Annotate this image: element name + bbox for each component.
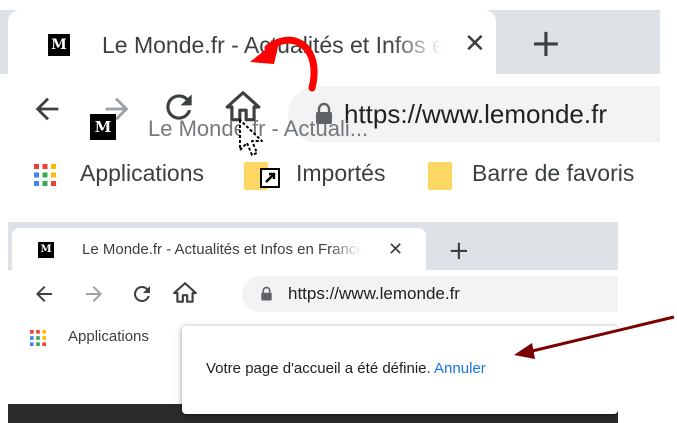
mouse-cursor-icon — [239, 119, 263, 156]
undo-link[interactable]: Annuler — [434, 360, 486, 377]
new-tab-button[interactable]: + — [448, 238, 470, 264]
tab-title: Le Monde.fr - Actualités et Infos en Fra… — [82, 241, 362, 258]
normal-browser-view: M Le Monde.fr - Actualités et Infos en F… — [8, 222, 618, 423]
new-tab-button[interactable]: + — [530, 24, 562, 62]
bookmark-importes[interactable]: Importés — [296, 160, 385, 187]
apps-grid-icon — [30, 330, 46, 346]
tab-strip: M Le Monde.fr - Actualités et Infos en F… — [0, 10, 660, 74]
navigation-toolbar: https://www.lemonde.fr M Le Monde.fr - A… — [0, 74, 660, 154]
dragged-tab-ghost: M Le Monde.fr - Actuali... — [90, 110, 380, 141]
lemonde-favicon-icon: M — [90, 114, 116, 140]
browser-tab[interactable]: M Le Monde.fr - Actualités et Infos en F… — [12, 228, 426, 270]
address-bar[interactable]: https://www.lemonde.fr — [242, 276, 618, 312]
home-icon[interactable] — [172, 280, 198, 306]
lock-icon[interactable] — [260, 286, 273, 302]
close-tab-icon[interactable]: ✕ — [464, 30, 486, 56]
bookmark-applications[interactable]: Applications — [68, 328, 149, 345]
lemonde-favicon-icon: M — [38, 242, 54, 258]
bookmark-barre-de-favoris[interactable]: Barre de favoris — [472, 160, 634, 187]
close-tab-icon[interactable]: ✕ — [388, 239, 403, 260]
bookmark-applications[interactable]: Applications — [80, 160, 204, 187]
zoomed-browser-view: M Le Monde.fr - Actualités et Infos en F… — [0, 0, 660, 200]
back-arrow-icon[interactable] — [30, 92, 64, 126]
lemonde-favicon-icon: M — [48, 34, 70, 56]
url-text[interactable]: https://www.lemonde.fr — [344, 99, 607, 130]
notification-message: Votre page d'accueil a été définie. — [206, 360, 431, 377]
shortcut-arrow-icon — [260, 168, 280, 188]
bookmarks-bar: Applications Importés Barre de favoris — [0, 154, 660, 200]
apps-grid-icon — [34, 164, 56, 186]
url-text[interactable]: https://www.lemonde.fr — [288, 284, 460, 304]
homepage-set-notification: Votre page d'accueil a été définie. Annu… — [182, 326, 618, 414]
curved-red-arrow-icon — [250, 36, 318, 92]
forward-arrow-icon[interactable] — [82, 282, 106, 306]
reload-icon[interactable] — [130, 282, 154, 306]
back-arrow-icon[interactable] — [32, 282, 56, 306]
folder-icon — [428, 162, 452, 190]
tab-strip: M Le Monde.fr - Actualités et Infos en F… — [8, 222, 618, 270]
navigation-toolbar: https://www.lemonde.fr — [8, 270, 618, 318]
